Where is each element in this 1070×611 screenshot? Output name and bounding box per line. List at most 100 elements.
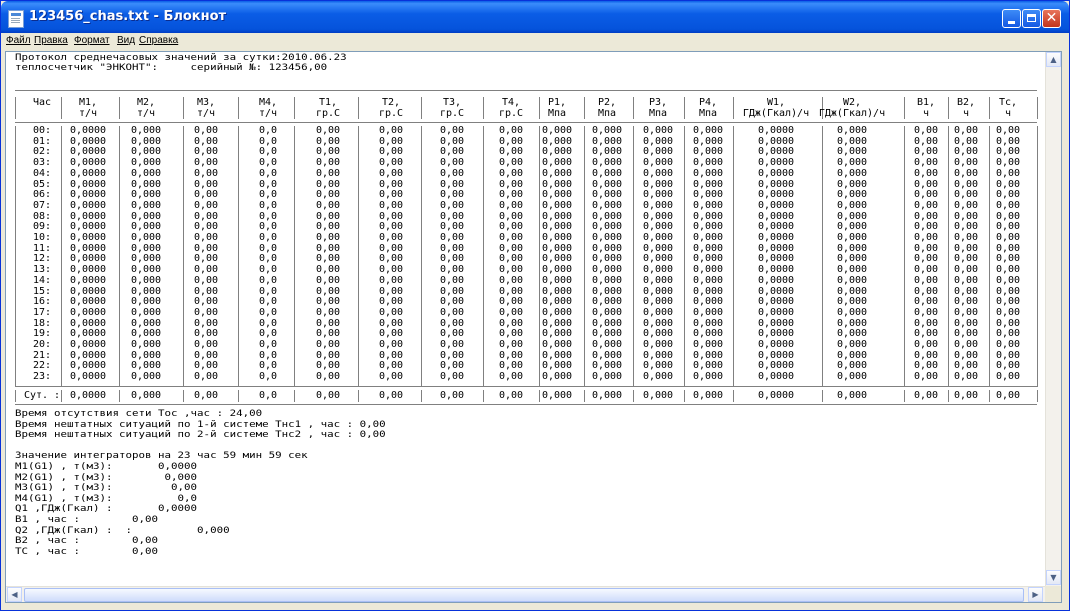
table-row: 10: 0,0000 0,000 0,00 0,0 0,00 0,00 0,00 0,00 0,0… xyxy=(15,232,1037,244)
value-cell: 0,0000 xyxy=(757,274,795,286)
column-header-unit: т/ч xyxy=(78,108,98,119)
table-row: 05: 0,0000 0,000 0,00 0,0 0,00 0,00 0,00 0,00 0,0… xyxy=(15,179,1037,191)
footer-line: Значение интеграторов на 23 час 59 мин 5… xyxy=(15,451,308,462)
value-cell: 0,00 xyxy=(953,167,979,179)
value-cell: 0,000 xyxy=(692,274,724,286)
scroll-right-icon[interactable]: ▶ xyxy=(1028,587,1043,602)
vertical-scrollbar[interactable]: ▲ ▼ xyxy=(1045,52,1061,586)
value-cell: 0,000 xyxy=(692,167,724,179)
maximize-icon xyxy=(1027,14,1036,22)
minimize-icon xyxy=(1008,21,1015,24)
device-info: теплосчетчик "ЭНКОНТ": серийный №: 12345… xyxy=(15,63,328,73)
value-cell: 0,000 xyxy=(642,306,674,318)
value-cell: 0,000 xyxy=(130,274,162,286)
editor-content[interactable]: Протокол среднечасовых значений за сутки… xyxy=(6,52,1045,586)
notepad-window: 123456_chas.txt - Блокнот ✕ Файл Правка … xyxy=(0,0,1070,611)
table-row: 15: 0,0000 0,000 0,00 0,0 0,00 0,00 0,00 0,00 0,0… xyxy=(15,286,1037,298)
summary-value: 0,0000 xyxy=(757,390,795,401)
summary-value: 0,00 xyxy=(953,390,979,401)
menu-bar: Файл Правка Формат Вид Справка xyxy=(1,33,1069,51)
horizontal-scroll-thumb[interactable] xyxy=(24,588,1024,602)
value-cell: 0,00 xyxy=(378,199,404,211)
table-row: 16: 0,0000 0,000 0,00 0,0 0,00 0,00 0,00 0,00 0,0… xyxy=(15,296,1037,308)
value-cell: 0,00 xyxy=(953,274,979,286)
value-cell: 0,00 xyxy=(315,274,341,286)
table-top-rule xyxy=(15,90,1037,91)
value-cell: 0,000 xyxy=(642,371,674,383)
summary-value: 0,00 xyxy=(378,390,404,401)
table-row: 03: 0,0000 0,000 0,00 0,0 0,00 0,00 0,00 0,00 0,0… xyxy=(15,157,1037,169)
scroll-up-icon[interactable]: ▲ xyxy=(1046,52,1061,67)
value-cell: 0,00 xyxy=(498,199,524,211)
menu-view[interactable]: Вид xyxy=(117,35,135,46)
value-cell: 0,00 xyxy=(439,199,465,211)
header-column-separator xyxy=(421,97,422,119)
value-cell: 0,000 xyxy=(130,199,162,211)
summary-column-separator xyxy=(358,390,359,402)
scroll-down-icon[interactable]: ▼ xyxy=(1046,570,1061,585)
footer-line: Время отсутствия сети Тос ,час : 24,00 xyxy=(15,409,263,419)
value-cell: 0,00 xyxy=(315,199,341,211)
value-cell: 0,00 xyxy=(193,274,219,286)
menu-help[interactable]: Справка xyxy=(139,35,178,46)
summary-column-separator xyxy=(733,390,734,402)
scroll-left-icon[interactable]: ◀ xyxy=(7,587,22,602)
table-row: 07: 0,0000 0,000 0,00 0,0 0,00 0,00 0,00 0,00 0,0… xyxy=(15,199,1037,212)
menu-file[interactable]: Файл xyxy=(6,35,31,46)
header-column-separator xyxy=(15,97,16,119)
value-cell: 0,000 xyxy=(130,167,162,179)
footer-line: M2(G1) , т(м3): 0,000 xyxy=(15,472,198,483)
value-cell: 0,000 xyxy=(130,371,162,383)
header-column-separator xyxy=(358,97,359,119)
close-button[interactable]: ✕ xyxy=(1042,9,1061,28)
footer-line: B2 , час : 0,00 xyxy=(15,536,159,547)
value-cell: 0,000 xyxy=(130,306,162,318)
value-cell: 0,0 xyxy=(258,167,278,179)
value-cell: 0,000 xyxy=(541,167,573,179)
value-cell: 0,0 xyxy=(258,371,278,383)
size-grip[interactable] xyxy=(1045,586,1061,602)
header-column-separator xyxy=(1037,97,1038,119)
value-cell: 0,000 xyxy=(692,371,724,383)
value-cell: 0,00 xyxy=(913,371,939,383)
summary-value: 0,000 xyxy=(130,390,162,401)
value-cell: 0,00 xyxy=(498,371,524,383)
column-header-unit: т/ч xyxy=(196,108,216,119)
value-cell: 0,00 xyxy=(498,274,524,286)
menu-format[interactable]: Формат xyxy=(74,35,110,46)
value-cell: 0,00 xyxy=(995,167,1021,179)
horizontal-scrollbar[interactable]: ◀ ▶ xyxy=(6,586,1045,602)
text-area[interactable]: Протокол среднечасовых значений за сутки… xyxy=(5,51,1062,603)
table-row: 12: 0,0000 0,000 0,00 0,0 0,00 0,00 0,00 0,00 0,0… xyxy=(15,254,1037,265)
header-column-separator xyxy=(733,97,734,119)
table-row: 02: 0,0000 0,000 0,00 0,0 0,00 0,00 0,00 0,00 0,0… xyxy=(15,147,1037,158)
table-row: 00: 0,0000 0,000 0,00 0,0 0,00 0,00 0,00 0,00 0,0… xyxy=(15,125,1037,137)
column-header-unit: Мпа xyxy=(597,108,617,119)
column-header-unit: т/ч xyxy=(258,108,278,119)
column-header-unit: гр.С xyxy=(378,108,404,119)
value-cell: 0,00 xyxy=(953,371,979,383)
value-cell: 0,000 xyxy=(591,306,623,318)
footer-line: Время нештатных ситуаций по 2-й системе … xyxy=(15,430,386,441)
value-cell: 0,0 xyxy=(258,306,278,318)
footer-line: M4(G1) , т(м3): 0,0 xyxy=(15,493,198,504)
value-cell: 0,00 xyxy=(193,306,219,318)
value-cell: 0,00 xyxy=(315,167,341,179)
value-cell: 0,00 xyxy=(995,274,1021,286)
hour-cell: 23: xyxy=(32,371,52,383)
minimize-button[interactable] xyxy=(1002,9,1021,28)
table-row: 22: 0,0000 0,000 0,00 0,0 0,00 0,00 0,00 0,00 0,0… xyxy=(15,361,1037,372)
footer-line: TC , час : 0,00 xyxy=(15,546,159,557)
summary-column-separator xyxy=(421,390,422,402)
value-cell: 0,000 xyxy=(836,371,868,383)
value-cell: 0,00 xyxy=(995,306,1021,318)
value-cell: 0,000 xyxy=(541,371,573,383)
maximize-button[interactable] xyxy=(1022,9,1041,28)
value-cell: 0,000 xyxy=(591,167,623,179)
value-cell: 0,00 xyxy=(953,306,979,318)
table-row: 11: 0,0000 0,000 0,00 0,0 0,00 0,00 0,00 0,00 0,0… xyxy=(15,243,1037,255)
value-cell: 0,000 xyxy=(541,199,573,211)
footer-line: Q2 ,ГДж(Гкал) : : 0,000 xyxy=(15,525,230,536)
title-bar[interactable]: 123456_chas.txt - Блокнот ✕ xyxy=(1,1,1069,33)
menu-edit[interactable]: Правка xyxy=(34,35,68,46)
